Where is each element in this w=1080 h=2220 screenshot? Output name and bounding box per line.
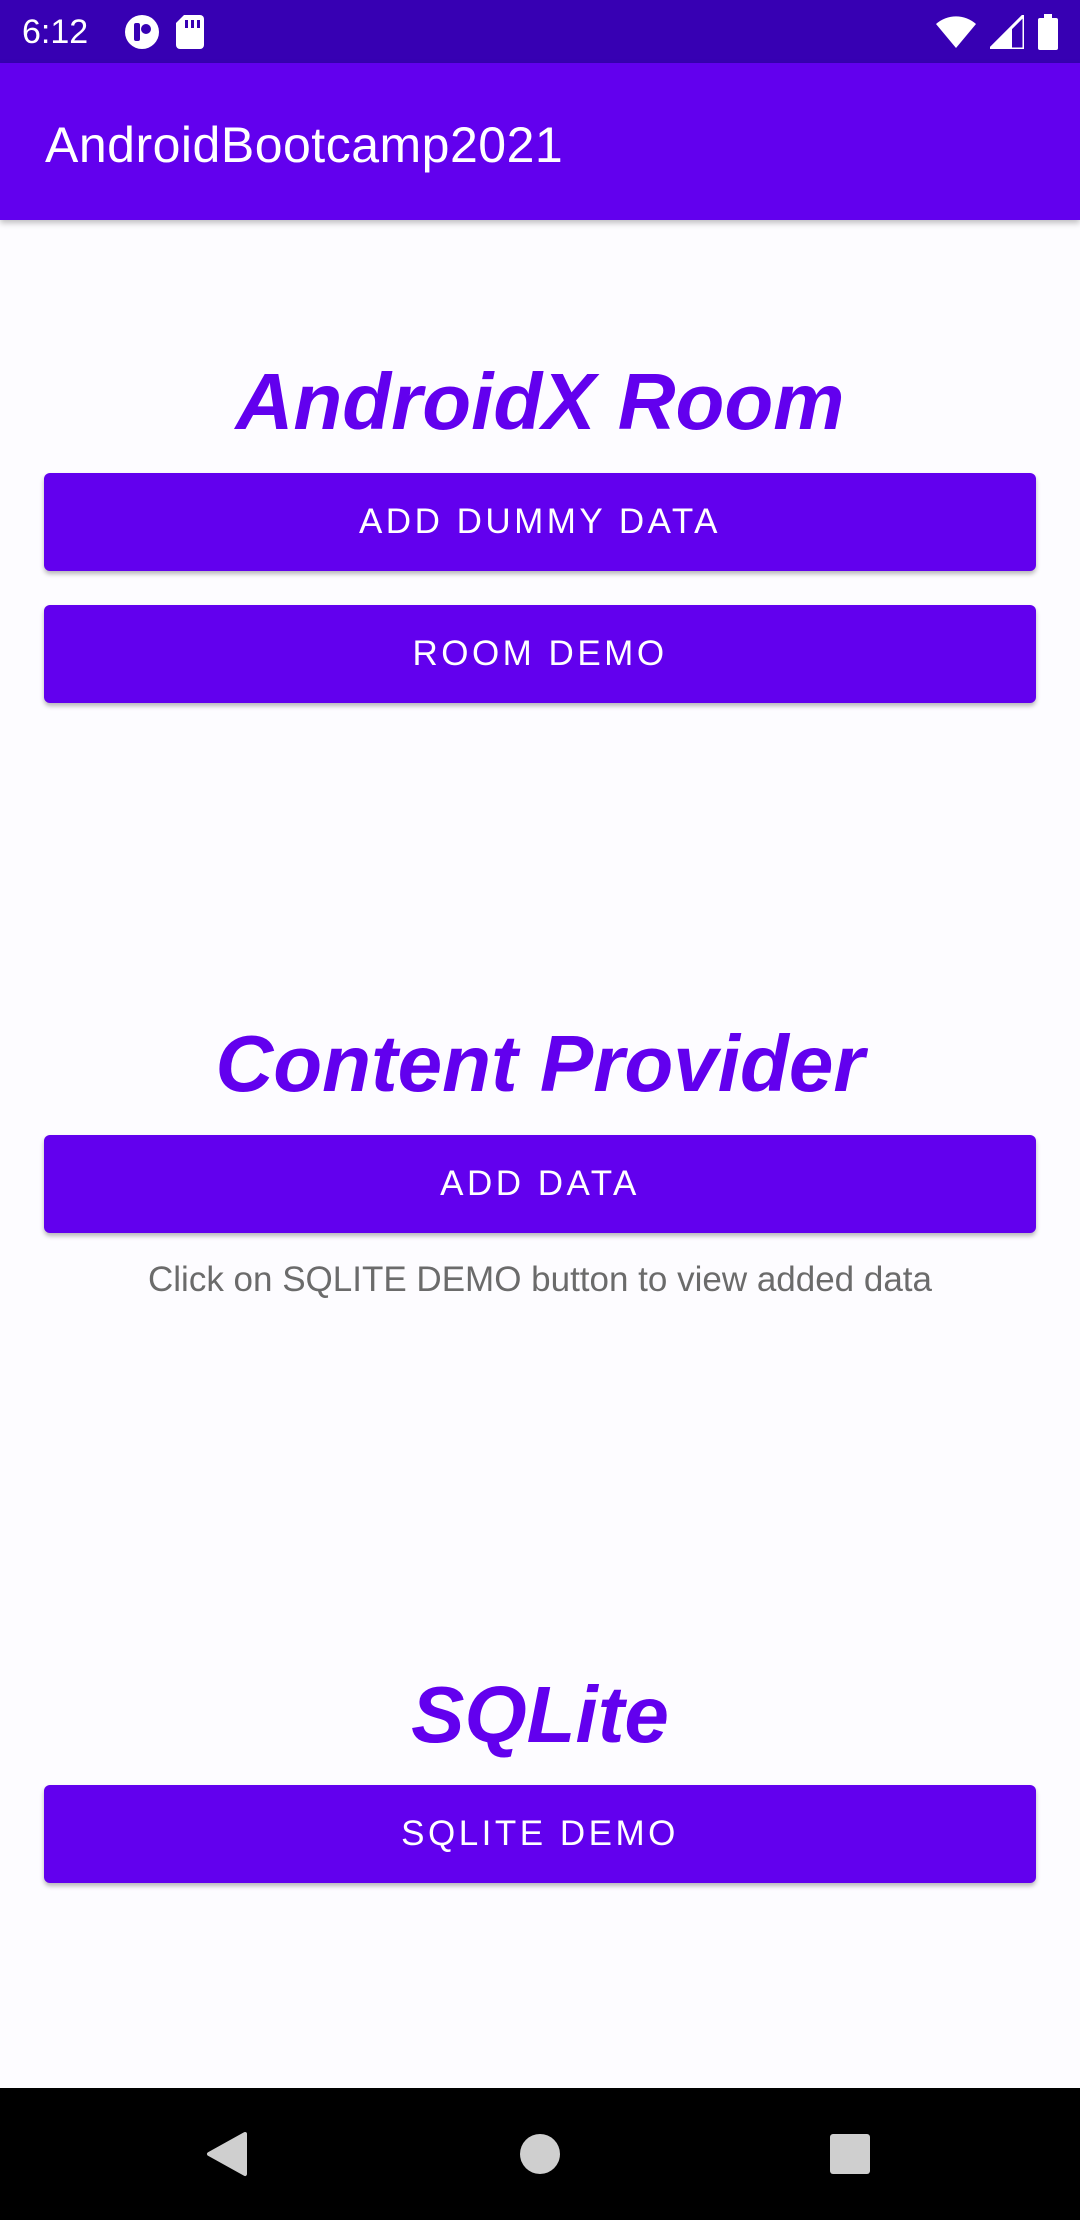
sqlite-demo-button[interactable]: SQLITE DEMO: [44, 1785, 1036, 1883]
status-left-icons: [124, 14, 204, 50]
room-demo-button[interactable]: ROOM DEMO: [44, 605, 1036, 703]
status-bar: 6:12: [0, 0, 1080, 63]
sqlite-section-title: SQLite: [411, 1670, 669, 1759]
back-icon: [203, 2130, 249, 2178]
notification-icon: [124, 14, 160, 50]
add-data-button[interactable]: ADD DATA: [44, 1135, 1036, 1233]
navigation-bar: [0, 2088, 1080, 2220]
room-section-title: AndroidX Room: [235, 357, 845, 446]
back-button[interactable]: [186, 2124, 266, 2184]
home-button[interactable]: [500, 2124, 580, 2184]
recents-icon: [829, 2133, 871, 2175]
add-dummy-data-button[interactable]: ADD DUMMY DATA: [44, 473, 1036, 571]
recents-button[interactable]: [810, 2124, 890, 2184]
app-title: AndroidBootcamp2021: [45, 117, 564, 173]
home-icon: [519, 2133, 561, 2175]
main-content: AndroidX Room ADD DUMMY DATA ROOM DEMO C…: [0, 220, 1080, 2088]
status-time: 6:12: [22, 13, 89, 51]
sqlite-hint-text: Click on SQLITE DEMO button to view adde…: [148, 1260, 932, 1299]
status-right-icons: [936, 14, 1058, 50]
app-bar: AndroidBootcamp2021: [0, 63, 1080, 220]
signal-icon: [990, 15, 1024, 49]
battery-icon: [1038, 14, 1058, 50]
content-provider-section-title: Content Provider: [215, 1019, 865, 1108]
sd-card-icon: [176, 15, 204, 49]
wifi-icon: [936, 16, 976, 48]
